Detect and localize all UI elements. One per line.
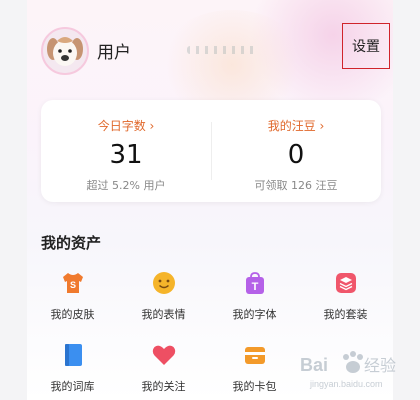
today-word-count-label[interactable]: 今日字数 ›: [41, 117, 211, 134]
asset-item-label: 我的套装: [323, 308, 368, 321]
asset-item-emoji[interactable]: 我的表情: [118, 266, 209, 332]
dog-avatar-icon: [43, 29, 87, 73]
shirt-icon: S: [60, 270, 86, 296]
emoji-icon: [151, 270, 177, 296]
asset-item-label: 我的词库: [50, 380, 95, 393]
asset-item-follow[interactable]: 我的关注: [118, 338, 209, 400]
today-word-count-sub: 超过 5.2% 用户: [86, 179, 166, 192]
svg-text:经验: 经验: [364, 357, 396, 375]
blurred-user-id: [187, 46, 257, 54]
asset-item-label: 我的字体: [232, 308, 277, 321]
my-wangdou-value: 0: [287, 140, 305, 170]
today-word-count-value: 31: [109, 140, 143, 170]
layers-icon: [333, 270, 359, 296]
asset-item-font[interactable]: T 我的字体: [209, 266, 300, 332]
asset-item-dictionary[interactable]: 我的词库: [27, 338, 118, 400]
svg-text:S: S: [69, 280, 75, 290]
watermark-url: jingyan.baidu.com: [309, 379, 383, 389]
settings-button[interactable]: 设置: [342, 23, 390, 69]
asset-item-label: 我的表情: [141, 308, 186, 321]
my-wangdou-label[interactable]: 我的汪豆 ›: [211, 117, 381, 134]
asset-item-label: 我的关注: [141, 380, 186, 393]
username: 用户: [97, 43, 131, 63]
heart-icon: [151, 342, 177, 368]
book-icon: [60, 342, 86, 368]
asset-item-bundle[interactable]: 我的套装: [300, 266, 391, 332]
baidu-watermark: Bai 经验 jingyan.baidu.com: [300, 345, 410, 391]
asset-item-label: 我的卡包: [232, 380, 277, 393]
my-wangdou[interactable]: 我的汪豆 › 0 可领取 126 汪豆: [211, 100, 381, 202]
section-title-assets: 我的资产: [41, 234, 102, 252]
avatar[interactable]: [41, 27, 89, 75]
svg-text:T: T: [251, 281, 258, 293]
card-icon: [242, 342, 268, 368]
asset-item-cardpack[interactable]: 我的卡包: [209, 338, 300, 400]
font-bag-icon: T: [242, 270, 268, 296]
my-wangdou-sub: 可领取 126 汪豆: [254, 179, 338, 192]
asset-item-skin[interactable]: S 我的皮肤: [27, 266, 118, 332]
today-word-count[interactable]: 今日字数 › 31 超过 5.2% 用户: [41, 100, 211, 202]
asset-item-label: 我的皮肤: [50, 308, 95, 321]
watermark-brand: Bai: [300, 355, 328, 375]
profile-page: 用户 设置 今日字数 › 31 超过 5.2% 用户 我的汪豆 › 0 可领取 …: [27, 0, 393, 400]
stats-card: 今日字数 › 31 超过 5.2% 用户 我的汪豆 › 0 可领取 126 汪豆: [41, 100, 381, 202]
